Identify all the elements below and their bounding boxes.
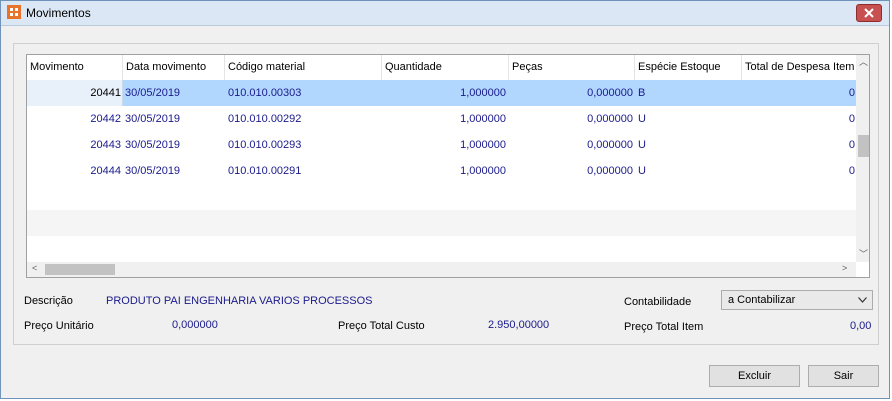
cell-total: 0	[848, 139, 855, 151]
vertical-scrollbar[interactable]: ︿ ﹀	[856, 55, 869, 262]
cell-pecas: 0,000000	[587, 139, 633, 151]
cell-especie: B	[638, 87, 646, 99]
cell-especie: U	[638, 165, 646, 177]
descricao-value: PRODUTO PAI ENGENHARIA VARIOS PROCESSOS	[106, 295, 373, 307]
excluir-button[interactable]: Excluir	[709, 365, 800, 387]
cell-quantidade: 1,000000	[460, 113, 506, 125]
cell-especie: U	[638, 113, 646, 125]
cell-total: 0	[848, 113, 855, 125]
movimentos-grid[interactable]: Movimento Data movimento Código material…	[26, 54, 870, 278]
column-header-data[interactable]: Data movimento	[123, 55, 225, 80]
cell-codigo: 010.010.00291	[228, 165, 302, 177]
cell-movimento: 20442	[90, 113, 121, 125]
sair-button[interactable]: Sair	[808, 365, 879, 387]
cell-codigo: 010.010.00292	[228, 113, 302, 125]
contabilidade-value: a Contabilizar	[728, 294, 796, 306]
horizontal-scrollbar[interactable]: < >	[27, 262, 856, 277]
cell-movimento: 20444	[90, 165, 121, 177]
cell-codigo: 010.010.00293	[228, 139, 302, 151]
horizontal-scroll-thumb[interactable]	[45, 264, 115, 275]
cell-quantidade: 1,000000	[460, 165, 506, 177]
table-row[interactable]: 20443 30/05/2019 010.010.00293 1,000000 …	[27, 132, 856, 158]
preco-total-item-value: 0,00	[850, 320, 872, 332]
table-row[interactable]: 20444 30/05/2019 010.010.00291 1,000000 …	[27, 158, 856, 184]
cell-total: 0	[848, 165, 855, 177]
contabilidade-select[interactable]: a Contabilizar	[721, 290, 873, 310]
cell-movimento: 20441	[90, 87, 121, 99]
preco-total-item-label: Preço Total Item	[624, 321, 704, 333]
preco-total-custo-label: Preço Total Custo	[338, 320, 425, 332]
column-header-codigo[interactable]: Código material	[225, 55, 382, 80]
empty-row	[27, 184, 856, 210]
cell-data: 30/05/2019	[125, 87, 181, 99]
scroll-left-icon[interactable]: <	[32, 263, 37, 273]
cell-data: 30/05/2019	[125, 139, 181, 151]
close-button[interactable]	[856, 4, 882, 22]
close-icon	[864, 8, 874, 18]
cell-quantidade: 1,000000	[460, 139, 506, 151]
table-row[interactable]: 20442 30/05/2019 010.010.00292 1,000000 …	[27, 106, 856, 132]
movimentos-panel: Movimento Data movimento Código material…	[13, 43, 879, 345]
table-row[interactable]: 20441 30/05/2019 010.010.00303 1,000000 …	[27, 80, 856, 106]
empty-row	[27, 210, 856, 236]
column-header-movimento[interactable]: Movimento	[27, 55, 123, 80]
preco-unitario-label: Preço Unitário	[24, 320, 94, 332]
scroll-up-icon[interactable]: ︿	[859, 55, 868, 68]
movimentos-window: Movimentos Movimento Data movimento Códi…	[0, 0, 890, 399]
column-header-pecas[interactable]: Peças	[509, 55, 635, 80]
column-header-especie[interactable]: Espécie Estoque	[635, 55, 742, 80]
preco-total-custo-value: 2.950,00000	[488, 319, 550, 331]
column-header-quantidade[interactable]: Quantidade	[382, 55, 509, 80]
empty-row	[27, 236, 856, 262]
cell-data: 30/05/2019	[125, 165, 181, 177]
scroll-down-icon[interactable]: ﹀	[859, 247, 868, 260]
cell-pecas: 0,000000	[587, 165, 633, 177]
column-header-total[interactable]: Total de Despesa Item	[742, 55, 856, 80]
cell-data: 30/05/2019	[125, 113, 181, 125]
contabilidade-label: Contabilidade	[624, 296, 692, 308]
cell-pecas: 0,000000	[587, 113, 633, 125]
grid-header: Movimento Data movimento Código material…	[27, 55, 856, 81]
title-bar[interactable]: Movimentos	[1, 1, 889, 26]
cell-quantidade: 1,000000	[460, 87, 506, 99]
cell-total: 0	[848, 87, 855, 99]
cell-movimento: 20443	[90, 139, 121, 151]
preco-unitario-value: 0,000000	[172, 319, 218, 331]
cell-codigo: 010.010.00303	[228, 87, 302, 99]
chevron-down-icon	[858, 297, 867, 303]
cell-pecas: 0,000000	[587, 87, 633, 99]
scroll-right-icon[interactable]: >	[842, 263, 847, 273]
app-icon	[7, 5, 21, 19]
window-title: Movimentos	[26, 6, 91, 20]
descricao-label: Descrição	[24, 295, 73, 307]
vertical-scroll-thumb[interactable]	[858, 135, 869, 157]
cell-especie: U	[638, 139, 646, 151]
